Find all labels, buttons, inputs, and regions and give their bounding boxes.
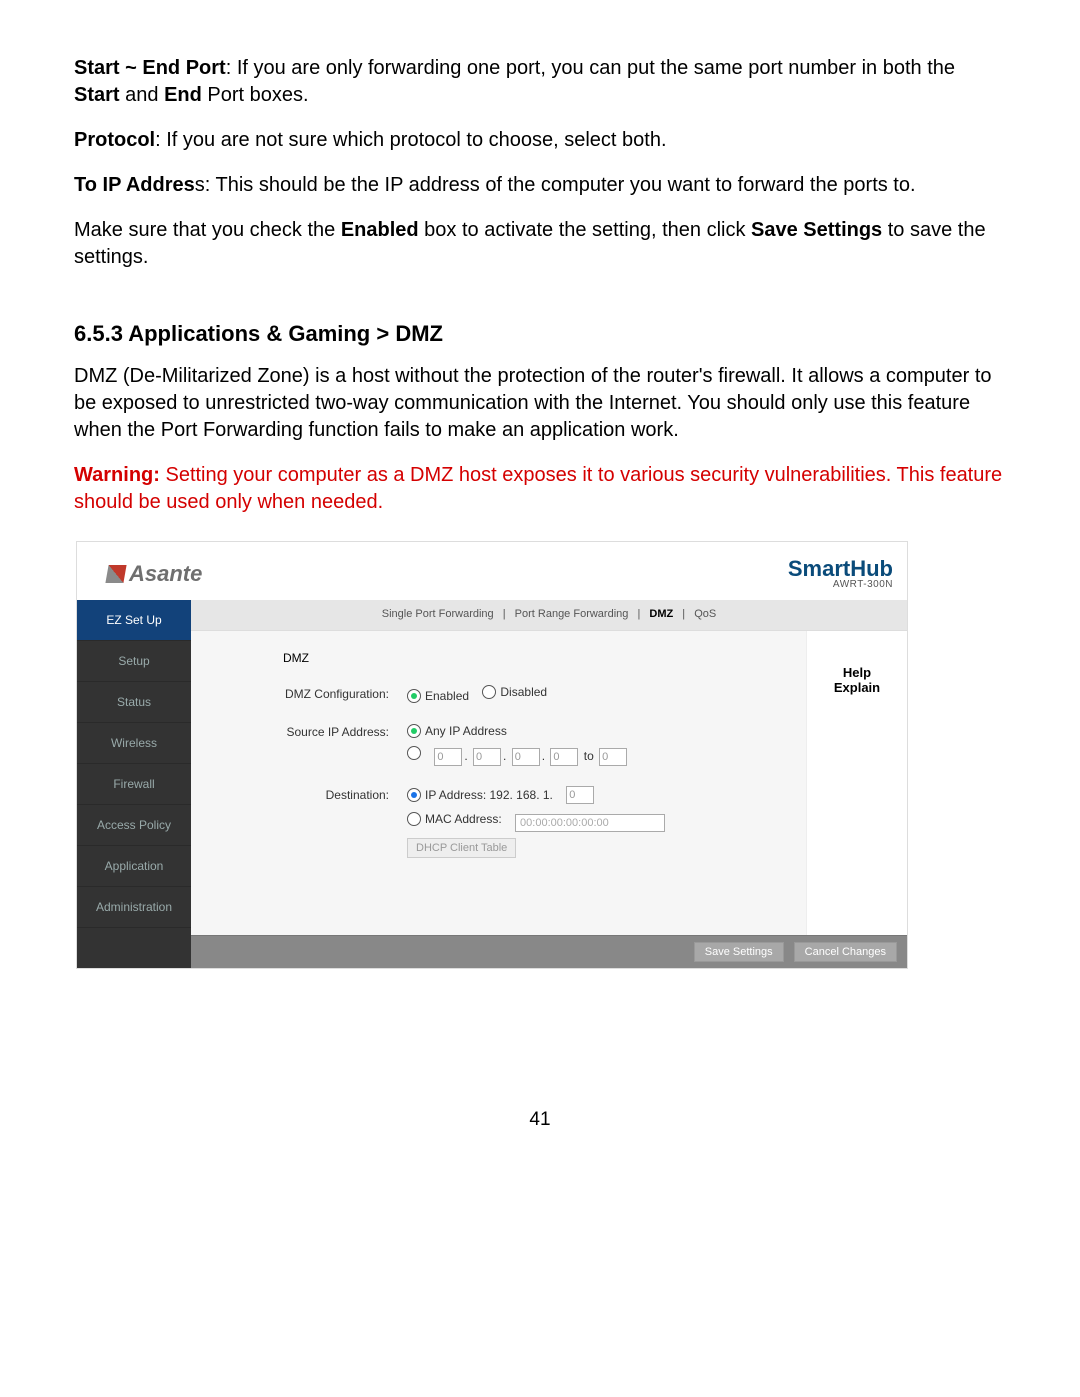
paragraph-start-end-port: Start ~ End Port: If you are only forwar…	[74, 55, 1006, 109]
asante-logo-icon	[105, 565, 126, 583]
radio-enabled[interactable]: Enabled	[407, 689, 469, 703]
ip-octet-input[interactable]	[512, 748, 540, 766]
text-bold: Enabled	[341, 219, 419, 241]
help-explain: Explain	[807, 680, 907, 695]
subnav-item[interactable]: Single Port Forwarding	[376, 608, 500, 620]
sidebar-item-setup[interactable]: Setup	[77, 641, 191, 682]
radio-label: IP Address: 192. 168. 1.	[425, 788, 553, 802]
mac-address-input[interactable]	[515, 814, 665, 832]
text: box to activate the setting, then click	[419, 219, 751, 241]
text-bold: Start	[74, 84, 120, 106]
label-destination: Destination:	[209, 786, 407, 802]
label-source-ip: Source IP Address:	[209, 723, 407, 739]
text-bold: Start ~ End Port	[74, 57, 226, 79]
radio-label: Enabled	[425, 689, 469, 703]
text: and	[120, 84, 164, 106]
text: : This should be the IP address of the c…	[205, 174, 916, 196]
form-area: DMZ DMZ Configuration: Enabled	[191, 631, 806, 935]
ip-octet-input[interactable]	[434, 748, 462, 766]
radio-dot-icon	[407, 812, 421, 826]
brand-right: SmartHub AWRT-300N	[788, 558, 893, 590]
paragraph-enabled-save: Make sure that you check the Enabled box…	[74, 217, 1006, 271]
sidebar-item-ezsetup[interactable]: EZ Set Up	[77, 600, 191, 641]
dest-ip-last-octet-input[interactable]	[566, 786, 594, 804]
warning-label: Warning:	[74, 464, 160, 486]
help-panel: Help Explain	[806, 631, 907, 935]
text: : If you are only forwarding one port, y…	[226, 57, 955, 79]
radio-dot-icon	[407, 689, 421, 703]
sidebar-spacer	[77, 928, 191, 968]
text: Make sure that you check the	[74, 219, 341, 241]
sidebar: EZ Set Up Setup Status Wireless Firewall…	[77, 600, 191, 968]
sidebar-item-firewall[interactable]: Firewall	[77, 764, 191, 805]
label-to: to	[582, 749, 596, 763]
radio-dest-ip[interactable]: IP Address: 192. 168. 1.	[407, 788, 553, 802]
paragraph-protocol: Protocol: If you are not sure which prot…	[74, 127, 1006, 154]
warning-text: Setting your computer as a DMZ host expo…	[74, 464, 1002, 513]
paragraph-dmz-desc: DMZ (De-Militarized Zone) is a host with…	[74, 363, 1006, 444]
text-bold: Save Settings	[751, 219, 882, 241]
footer-bar: Save Settings Cancel Changes	[191, 935, 907, 968]
sidebar-item-wireless[interactable]: Wireless	[77, 723, 191, 764]
dhcp-client-table-button[interactable]: DHCP Client Table	[407, 838, 516, 858]
model-name: AWRT-300N	[788, 580, 893, 590]
paragraph-warning: Warning: Setting your computer as a DMZ …	[74, 462, 1006, 516]
text: : If you are not sure which protocol to …	[155, 129, 666, 151]
subnav: Single Port Forwarding | Port Range Forw…	[191, 600, 907, 631]
help-heading: Help	[807, 665, 907, 680]
section-label: DMZ	[209, 651, 327, 665]
sidebar-item-administration[interactable]: Administration	[77, 887, 191, 928]
text-bold: End	[164, 84, 202, 106]
radio-disabled[interactable]: Disabled	[482, 685, 547, 699]
paragraph-to-ip: To IP Address: This should be the IP add…	[74, 172, 1006, 199]
radio-dot-icon	[407, 746, 421, 760]
radio-dot-icon	[407, 724, 421, 738]
text: s	[195, 174, 205, 196]
radio-label: Any IP Address	[425, 724, 507, 738]
label-dmz-config: DMZ Configuration:	[209, 685, 407, 701]
text-bold: To IP Addres	[74, 174, 195, 196]
save-settings-button[interactable]: Save Settings	[694, 942, 784, 962]
router-ui: Asante SmartHub AWRT-300N EZ Set Up Setu…	[76, 541, 908, 969]
brand-name: Asante	[129, 561, 202, 587]
ip-octet-input[interactable]	[473, 748, 501, 766]
brand-left: Asante	[107, 561, 202, 587]
text: Port boxes.	[202, 84, 309, 106]
text-bold: Protocol	[74, 129, 155, 151]
sidebar-item-access-policy[interactable]: Access Policy	[77, 805, 191, 846]
router-header: Asante SmartHub AWRT-300N	[77, 542, 907, 600]
subnav-item-active[interactable]: DMZ	[643, 608, 679, 620]
radio-label: MAC Address:	[425, 812, 502, 826]
radio-ip-range[interactable]	[407, 746, 421, 760]
ip-octet-input[interactable]	[550, 748, 578, 766]
subnav-item[interactable]: Port Range Forwarding	[509, 608, 635, 620]
radio-label: Disabled	[500, 685, 547, 699]
radio-dest-mac[interactable]: MAC Address:	[407, 812, 502, 826]
ip-octet-input[interactable]	[599, 748, 627, 766]
sidebar-item-status[interactable]: Status	[77, 682, 191, 723]
radio-dot-icon	[482, 685, 496, 699]
radio-dot-icon	[407, 788, 421, 802]
section-heading: 6.5.3 Applications & Gaming > DMZ	[74, 321, 1006, 347]
radio-any-ip[interactable]: Any IP Address	[407, 724, 507, 738]
subnav-item[interactable]: QoS	[688, 608, 722, 620]
sidebar-item-application[interactable]: Application	[77, 846, 191, 887]
page-number: 41	[74, 1109, 1006, 1131]
product-name: SmartHub	[788, 558, 893, 580]
cancel-changes-button[interactable]: Cancel Changes	[794, 942, 897, 962]
